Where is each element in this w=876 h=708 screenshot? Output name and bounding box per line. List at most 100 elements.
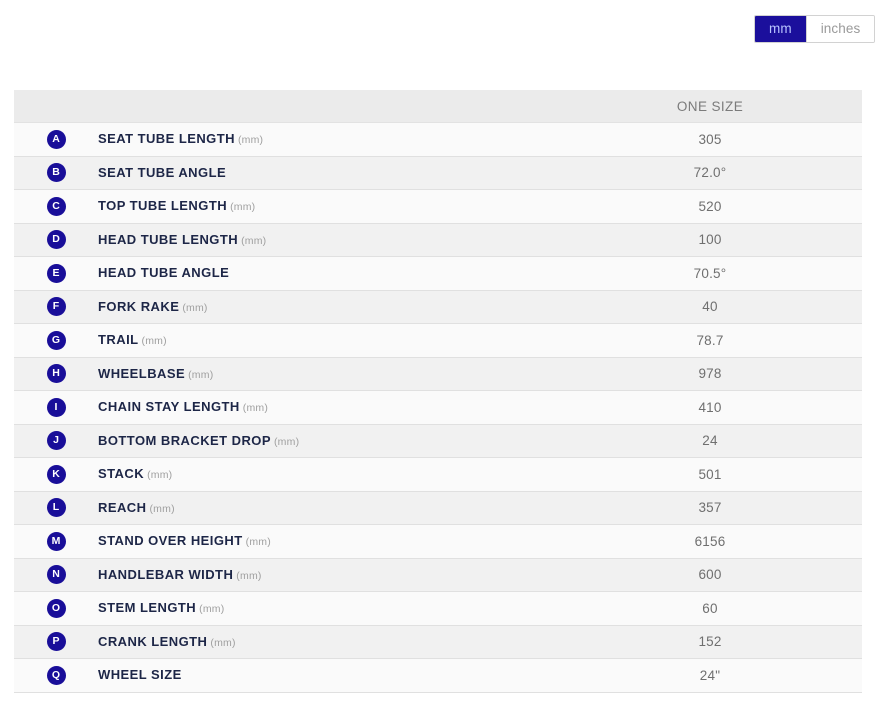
row-label-name: SEAT TUBE LENGTH xyxy=(98,131,235,147)
table-row: F FORK RAKE (mm) 40 xyxy=(14,290,862,324)
header-badge-column xyxy=(14,90,98,123)
unit-button-inches[interactable]: inches xyxy=(805,16,875,42)
row-label-unit: (mm) xyxy=(236,569,262,582)
table-header: ONE SIZE xyxy=(14,90,862,123)
row-badge-cell: L xyxy=(14,491,98,525)
row-label-unit: (mm) xyxy=(237,134,264,147)
row-badge: I xyxy=(46,397,66,417)
row-value: 100 xyxy=(558,223,862,257)
row-label-unit: (mm) xyxy=(182,301,208,314)
row-label-unit: (mm) xyxy=(188,368,214,381)
row-label-name: FORK RAKE xyxy=(98,298,180,314)
row-label-cell: HEAD TUBE ANGLE xyxy=(98,256,558,291)
row-value: 501 xyxy=(558,457,862,492)
row-label-unit: (mm) xyxy=(149,502,175,515)
row-value: 520 xyxy=(558,189,862,224)
table-row: N HANDLEBAR WIDTH (mm) 600 xyxy=(14,558,862,592)
row-value: 152 xyxy=(558,625,862,659)
row-badge: C xyxy=(46,196,66,216)
row-value: 78.7 xyxy=(558,323,862,358)
table-row: A SEAT TUBE LENGTH (mm) 305 xyxy=(14,122,862,157)
table-row: G TRAIL (mm) 78.7 xyxy=(14,323,862,358)
row-label-cell: CRANK LENGTH (mm) xyxy=(98,625,558,659)
row-label-name: STACK xyxy=(98,466,145,482)
unit-button-mm[interactable]: mm xyxy=(755,16,806,42)
row-badge: N xyxy=(46,565,66,585)
row-badge-cell: C xyxy=(14,189,98,224)
row-label-name: CHAIN STAY LENGTH xyxy=(98,399,240,415)
row-label-name: WHEELBASE xyxy=(98,365,186,381)
table-body: A SEAT TUBE LENGTH (mm) 305 B SEAT TUBE ANGLE… xyxy=(14,122,862,693)
row-value: 305 xyxy=(558,122,862,157)
row-badge: L xyxy=(46,498,66,518)
header-one-size: ONE SIZE xyxy=(558,90,862,123)
row-badge-cell: J xyxy=(14,424,98,458)
row-label-name: REACH xyxy=(98,499,147,515)
row-badge: O xyxy=(46,598,66,618)
unit-toggle[interactable]: mm inches xyxy=(754,15,876,43)
row-label-name: BOTTOM BRACKET DROP xyxy=(98,432,271,448)
row-value: 24 xyxy=(558,424,862,458)
row-label-unit: (mm) xyxy=(199,603,225,616)
row-label-unit: (mm) xyxy=(141,335,167,348)
row-value: 410 xyxy=(558,390,862,425)
table-row: L REACH (mm) 357 xyxy=(14,491,862,525)
table-row: B SEAT TUBE ANGLE 72.0° xyxy=(14,156,862,190)
row-badge: B xyxy=(46,163,66,183)
row-label-cell: SEAT TUBE ANGLE xyxy=(98,156,558,190)
row-label-unit: (mm) xyxy=(147,469,173,482)
row-value: 60 xyxy=(558,591,862,626)
row-badge-cell: H xyxy=(14,357,98,391)
table-header-row: ONE SIZE xyxy=(14,90,862,123)
row-label-cell: WHEELBASE (mm) xyxy=(98,357,558,391)
row-value: 72.0° xyxy=(558,156,862,190)
row-value: 600 xyxy=(558,558,862,592)
table-row: D HEAD TUBE LENGTH (mm) 100 xyxy=(14,223,862,257)
row-badge-cell: Q xyxy=(14,658,98,693)
row-label-cell: TRAIL (mm) xyxy=(98,323,558,358)
table-row: H WHEELBASE (mm) 978 xyxy=(14,357,862,391)
row-badge: Q xyxy=(46,665,66,685)
row-badge-cell: P xyxy=(14,625,98,659)
row-label-cell: HANDLEBAR WIDTH (mm) xyxy=(98,558,558,592)
table-row: M STAND OVER HEIGHT (mm) 6156 xyxy=(14,524,862,559)
row-value: 357 xyxy=(558,491,862,525)
row-label-unit: (mm) xyxy=(273,435,300,448)
row-label-cell: FORK RAKE (mm) xyxy=(98,290,558,324)
row-value: 978 xyxy=(558,357,862,391)
row-label-name: HEAD TUBE ANGLE xyxy=(98,265,230,281)
row-badge-cell: E xyxy=(14,256,98,291)
table-row: K STACK (mm) 501 xyxy=(14,457,862,492)
row-value: 70.5° xyxy=(558,256,862,291)
row-label-name: HANDLEBAR WIDTH xyxy=(98,566,234,582)
row-label-cell: CHAIN STAY LENGTH (mm) xyxy=(98,390,558,425)
row-label-unit: (mm) xyxy=(242,402,269,415)
row-label-name: CRANK LENGTH xyxy=(98,633,208,649)
row-badge: M xyxy=(46,531,66,551)
row-badge-cell: A xyxy=(14,122,98,157)
table-row: E HEAD TUBE ANGLE 70.5° xyxy=(14,256,862,291)
row-badge: H xyxy=(46,364,66,384)
row-badge-cell: G xyxy=(14,323,98,358)
row-label-cell: WHEEL SIZE xyxy=(98,658,558,693)
row-label-unit: (mm) xyxy=(230,201,256,214)
row-value: 24" xyxy=(558,658,862,693)
row-label-cell: STACK (mm) xyxy=(98,457,558,492)
row-label-name: STEM LENGTH xyxy=(98,600,197,616)
row-badge: D xyxy=(46,230,66,250)
row-badge: K xyxy=(46,464,66,484)
row-badge: J xyxy=(46,431,66,451)
row-label-cell: STEM LENGTH (mm) xyxy=(98,591,558,626)
row-label-name: TOP TUBE LENGTH xyxy=(98,198,228,214)
row-label-cell: TOP TUBE LENGTH (mm) xyxy=(98,189,558,224)
row-value: 40 xyxy=(558,290,862,324)
table-row: P CRANK LENGTH (mm) 152 xyxy=(14,625,862,659)
table-row: C TOP TUBE LENGTH (mm) 520 xyxy=(14,189,862,224)
row-label-name: TRAIL xyxy=(98,332,139,348)
row-badge: G xyxy=(46,330,66,350)
geometry-table: ONE SIZE A SEAT TUBE LENGTH (mm) 305 B SEAT T… xyxy=(14,90,862,693)
row-label-cell: STAND OVER HEIGHT (mm) xyxy=(98,524,558,559)
table-row: J BOTTOM BRACKET DROP (mm) 24 xyxy=(14,424,862,458)
row-label-cell: REACH (mm) xyxy=(98,491,558,525)
row-badge-cell: F xyxy=(14,290,98,324)
